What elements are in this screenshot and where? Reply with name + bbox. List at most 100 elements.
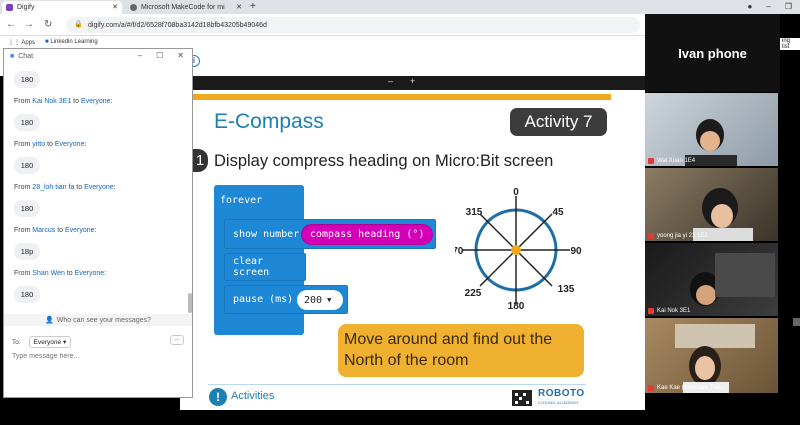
dropdown-arrow-icon: ▼ [327,296,332,304]
recipient-name: Everyone [54,141,85,148]
muted-mic-icon [648,308,654,314]
exclamation-icon: ! [209,388,227,406]
minimize-icon[interactable]: – [766,2,770,11]
recipient-name: Everyone [74,270,105,277]
who-can-see-link[interactable]: 👤 Who can see your messages? [4,314,192,326]
participant-name-tag: Kai Nok 3E1 [645,308,690,314]
chat-scrollbar[interactable] [188,293,192,313]
url-text: digify.com/a/#/f/d2/6528f708ba3142d18bfb… [88,21,267,29]
linkedin-icon: ■ [45,39,49,45]
close-tab-icon[interactable]: ✕ [112,3,118,11]
url-bar[interactable]: 🔒 digify.com/a/#/f/d2/6528f708ba3142d18b… [66,17,640,33]
bookmark-apps[interactable]: ⋮⋮ Apps [8,39,35,46]
sender-name: Kai Nok 3E1 [32,98,72,105]
new-tab-button[interactable]: + [250,1,256,12]
video-tile[interactable]: Kae Kae (Assistant Trai... [645,318,778,393]
participant-name-tag: Kae Kae (Assistant Trai... [645,385,725,391]
forever-label: forever [220,195,263,206]
tab-label: Microsoft MakeCode for mi [141,4,225,11]
video-tile[interactable]: Kai Nok 3E1 [645,243,778,316]
chat-message-bubble: 180 [14,200,40,217]
more-options-button[interactable]: ... [170,335,184,345]
sender-name: yitto [32,141,46,148]
chat-message-bubble: 180 [14,286,40,303]
logo-title: ROBOTO [538,388,585,399]
chat-message-meta: From Shan Wen to Everyone: [14,270,107,277]
slide-title: E-Compass [214,110,324,133]
footer-divider [208,384,586,385]
clear-screen-block: clear screen [224,253,306,281]
slide-top-bar [193,94,611,100]
chat-message-meta: From Kai Nok 3E1 to Everyone: [14,98,113,105]
recipient-dropdown[interactable]: Everyone ▾ [28,336,72,348]
person-icon: 👤 [45,317,54,324]
digify-favicon-icon [6,4,13,11]
pause-value: 200 [304,294,323,306]
video-tile[interactable]: yoong jia yi 23 1E2 [645,168,778,241]
chat-header: ■ Chat – ☐ ✕ [4,49,192,63]
minimize-icon[interactable]: – [138,51,142,60]
close-tab-icon[interactable]: ✕ [236,3,242,11]
back-icon[interactable]: ← [6,19,16,30]
recipient-row: To: Everyone ▾ [12,336,72,348]
close-icon[interactable]: ✕ [177,51,184,60]
compass-diagram: 0 45 90 135 180 225 270 315 [455,187,582,312]
browser-tab-bar: Digify ✕ Microsoft MakeCode for mi ✕ + ●… [0,0,800,14]
participant-name-tag: Wai Xuan 1E4 [645,158,695,164]
pause-block: pause (ms) 200 ▼ [224,285,348,314]
window-controls: ● – ❐ [748,2,792,11]
sender-name: 28_loh tian fa [32,184,75,191]
video-tile[interactable]: Wai Xuan 1E4 [645,93,778,166]
pause-value-dropdown: 200 ▼ [297,290,343,310]
compass-label-45: 45 [552,207,564,218]
makecode-favicon-icon [130,4,137,11]
maximize-icon[interactable]: ☐ [156,51,163,60]
recipient-name: Everyone [65,227,95,234]
chat-message-list[interactable]: 180 From Kai Nok 3E1 to Everyone: 180 Fr… [12,65,184,315]
participant-video [685,119,737,166]
chat-message-meta: From 28_loh tian fa to Everyone: [14,184,116,191]
zoom-out-button[interactable]: – [388,76,393,86]
compass-label-270: 270 [455,246,464,257]
compass-label-135: 135 [558,284,575,295]
chat-message-meta: From yitto to Everyone: [14,141,87,148]
active-speaker-name: Ivan phone [678,45,747,61]
chat-message-bubble: 18p [14,243,40,260]
chat-message-input[interactable] [12,353,182,360]
forward-icon[interactable]: → [24,19,34,30]
footer-activities: Activities [231,390,275,402]
to-label: To: [12,338,21,346]
compass-label-180: 180 [508,301,525,312]
reload-icon[interactable]: ↻ [44,19,52,30]
zoom-in-button[interactable]: + [410,76,415,86]
profile-icon[interactable]: ● [748,2,753,11]
recipient-name: Everyone [84,184,114,191]
participant-video [690,253,775,306]
chat-window-controls: – ☐ ✕ [138,51,184,60]
participant-name-tag: yoong jia yi 23 1E2 [645,233,708,239]
chat-panel: ■ Chat – ☐ ✕ 180 From Kai Nok 3E1 to Eve… [3,48,193,398]
tab-makecode[interactable]: Microsoft MakeCode for mi ✕ [126,1,246,14]
bookmark-linkedin[interactable]: ■ Linkedin Learning [45,39,98,45]
chat-message-bubble: 180 [14,114,40,131]
logo-subtitle: CODING ACADEMY [538,400,579,405]
compass-label-90: 90 [570,246,582,257]
compass-heading-block: compass heading (°) [301,224,434,245]
muted-mic-icon [648,158,654,164]
compass-label-315: 315 [466,207,483,218]
pause-label: pause (ms) [233,294,294,305]
maximize-icon[interactable]: ❐ [785,2,792,11]
callout-box: Move around and find out the North of th… [338,324,584,377]
show-number-label: show number [233,228,300,240]
compass-center [511,245,521,255]
sender-name: Marcus [32,227,56,234]
compass-label-225: 225 [465,288,482,299]
chat-title: Chat [18,52,34,60]
activity-badge: Activity 7 [510,108,607,136]
show-number-block: show number compass heading (°) [224,219,436,249]
side-handle[interactable] [793,318,800,326]
tab-digify[interactable]: Digify ✕ [2,1,122,14]
chat-message-bubble: 180 [14,157,40,174]
active-speaker-tile[interactable]: Ivan phone [645,14,780,92]
sender-name: Shan Wen [32,270,65,277]
